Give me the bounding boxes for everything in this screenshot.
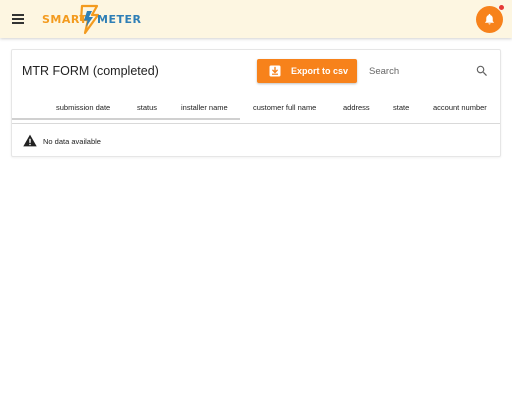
column-header-state[interactable]: state <box>393 103 409 112</box>
column-header-customer-full-name[interactable]: customer full name <box>253 103 316 112</box>
search-icon[interactable] <box>475 64 489 78</box>
hamburger-menu-icon[interactable] <box>11 12 27 26</box>
mtr-form-card: MTR FORM (completed) Export to csv submi… <box>11 49 501 157</box>
top-app-bar: SMART METER <box>0 0 512 38</box>
export-csv-button[interactable]: Export to csv <box>257 59 357 83</box>
column-header-status[interactable]: status <box>137 103 157 112</box>
export-csv-label: Export to csv <box>291 66 349 76</box>
column-header-submission-date[interactable]: submission date <box>56 103 110 112</box>
bell-icon <box>485 13 494 25</box>
table-header-divider <box>12 123 500 124</box>
logo-text-meter: METER <box>97 13 142 26</box>
file-download-icon <box>269 65 281 77</box>
column-header-account-number[interactable]: account number <box>433 103 487 112</box>
column-header-address[interactable]: address <box>343 103 370 112</box>
column-header-installer-name[interactable]: installer name <box>181 103 228 112</box>
empty-state-message: No data available <box>43 137 101 146</box>
page-title: MTR FORM (completed) <box>22 64 159 78</box>
smart-meter-logo: SMART METER <box>42 3 142 35</box>
table-header-scroll-indicator <box>12 118 240 120</box>
warning-icon <box>23 134 37 147</box>
search-input[interactable] <box>369 63 469 79</box>
notification-badge <box>498 4 505 11</box>
